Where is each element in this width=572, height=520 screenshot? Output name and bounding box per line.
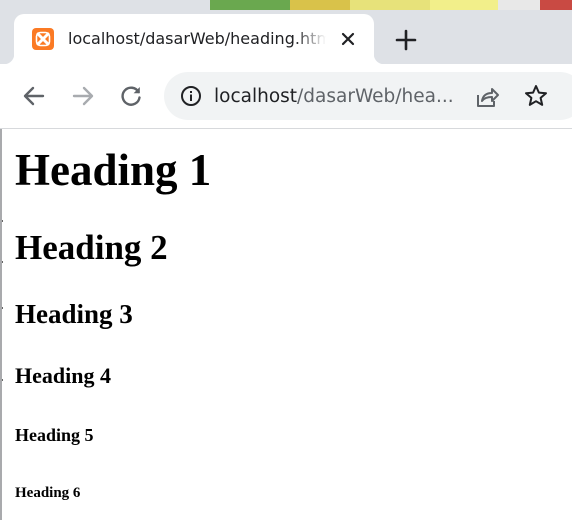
heading-6: Heading 6	[15, 485, 81, 501]
tab-active[interactable]: localhost/dasarWeb/heading.html	[4, 14, 384, 64]
heading-3: Heading 3	[15, 299, 133, 329]
background-window-strip	[350, 0, 430, 10]
window-edge-mark	[2, 261, 3, 263]
share-icon[interactable]	[474, 84, 500, 110]
heading-1: Heading 1	[15, 145, 212, 195]
address-bar[interactable]: localhost/dasarWeb/hea...	[164, 72, 572, 120]
reload-icon[interactable]	[117, 82, 145, 110]
heading-4: Heading 4	[15, 363, 111, 388]
arrow-right-icon[interactable]	[69, 82, 97, 110]
xampp-icon	[32, 28, 54, 50]
tab-strip: localhost/dasarWeb/heading.html	[0, 0, 572, 64]
heading-2: Heading 2	[15, 228, 168, 267]
url-path: /dasarWeb/hea...	[297, 86, 454, 107]
browser-toolbar: localhost/dasarWeb/hea...	[0, 64, 572, 129]
window-edge-mark	[2, 220, 3, 222]
page-viewport: Heading 1 Heading 2 Heading 3 Heading 4 …	[0, 129, 572, 520]
url-host: localhost	[214, 86, 298, 107]
background-window-strip	[290, 0, 350, 10]
info-icon[interactable]	[180, 85, 202, 107]
background-window-strip	[430, 0, 498, 10]
window-edge-mark	[2, 307, 3, 309]
browser-window: localhost/dasarWeb/heading.html localhos…	[0, 0, 572, 520]
background-window-strip	[210, 0, 290, 10]
heading-5: Heading 5	[15, 425, 94, 445]
arrow-left-icon[interactable]	[20, 82, 48, 110]
background-window-close	[540, 0, 572, 10]
tab-title: localhost/dasarWeb/heading.html	[68, 29, 326, 48]
close-icon[interactable]	[338, 29, 358, 49]
plus-icon[interactable]	[392, 26, 420, 54]
url-text[interactable]: localhost/dasarWeb/hea...	[214, 84, 462, 110]
star-icon[interactable]	[523, 83, 549, 109]
window-edge-mark	[2, 379, 3, 381]
